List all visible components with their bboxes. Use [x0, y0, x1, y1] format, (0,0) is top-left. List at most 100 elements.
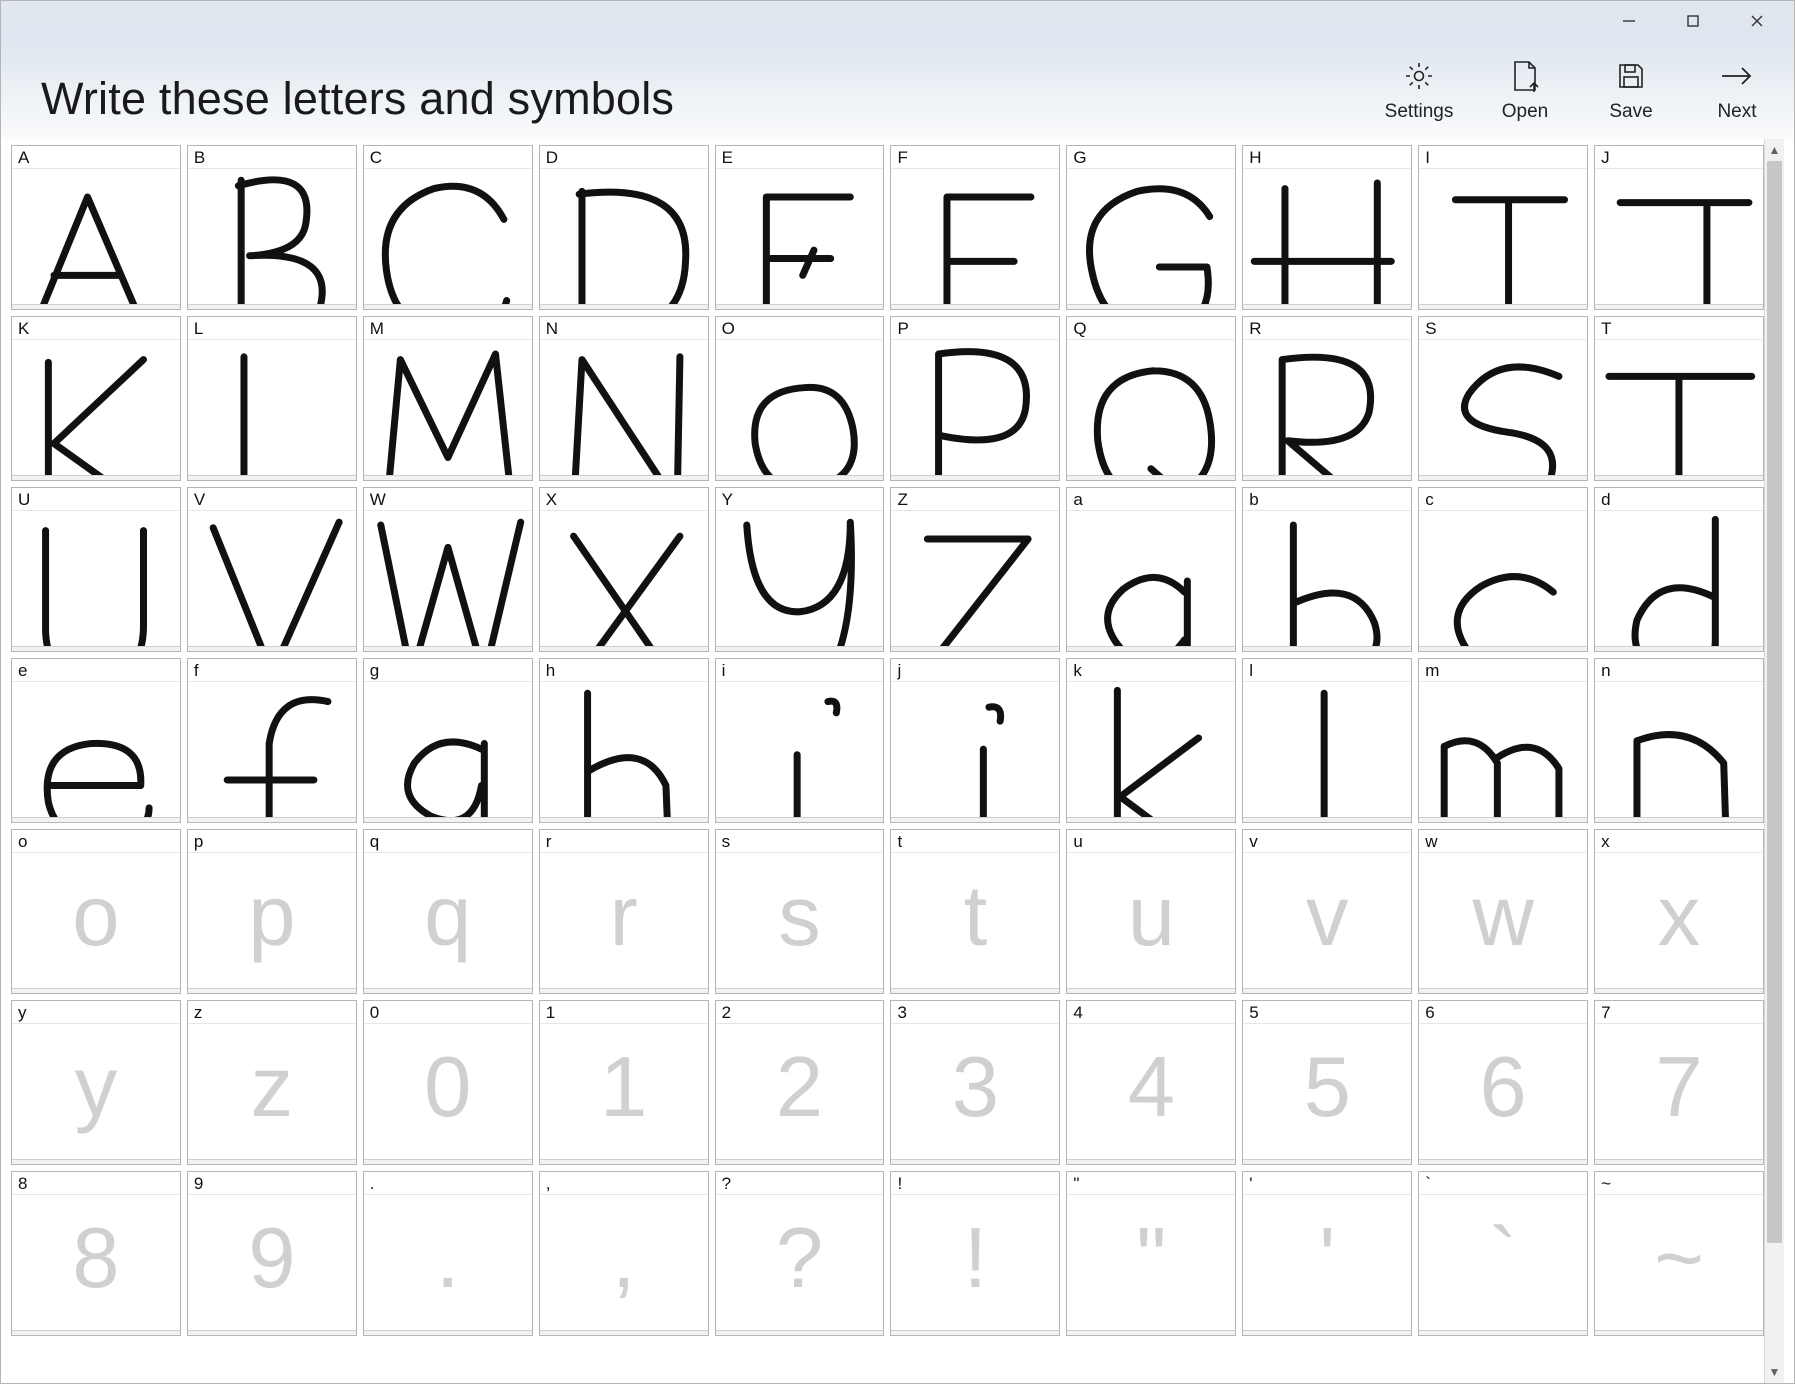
handwriting-canvas[interactable] — [891, 510, 1059, 651]
letter-cell[interactable]: qq — [363, 829, 533, 994]
handwriting-canvas[interactable] — [891, 681, 1059, 822]
handwriting-canvas[interactable]: 8 — [12, 1194, 180, 1335]
handwriting-canvas[interactable] — [1595, 168, 1763, 309]
letter-cell[interactable]: f — [187, 658, 357, 823]
handwriting-canvas[interactable] — [188, 339, 356, 480]
letter-cell[interactable]: 88 — [11, 1171, 181, 1336]
handwriting-canvas[interactable] — [1595, 339, 1763, 480]
letter-cell[interactable]: a — [1066, 487, 1236, 652]
handwriting-canvas[interactable] — [364, 339, 532, 480]
letter-cell[interactable]: `` — [1418, 1171, 1588, 1336]
handwriting-canvas[interactable]: ' — [1243, 1194, 1411, 1335]
handwriting-canvas[interactable] — [1067, 510, 1235, 651]
letter-cell[interactable]: D — [539, 145, 709, 310]
handwriting-canvas[interactable]: t — [891, 852, 1059, 993]
letter-cell[interactable]: E — [715, 145, 885, 310]
handwriting-canvas[interactable]: o — [12, 852, 180, 993]
letter-cell[interactable]: R — [1242, 316, 1412, 481]
window-maximize-button[interactable] — [1662, 4, 1724, 38]
letter-cell[interactable]: U — [11, 487, 181, 652]
handwriting-canvas[interactable]: , — [540, 1194, 708, 1335]
window-close-button[interactable] — [1726, 4, 1788, 38]
handwriting-canvas[interactable]: q — [364, 852, 532, 993]
handwriting-canvas[interactable]: 4 — [1067, 1023, 1235, 1164]
letter-cell[interactable]: K — [11, 316, 181, 481]
handwriting-canvas[interactable]: 7 — [1595, 1023, 1763, 1164]
handwriting-canvas[interactable]: ` — [1419, 1194, 1587, 1335]
handwriting-canvas[interactable]: " — [1067, 1194, 1235, 1335]
letter-cell[interactable]: vv — [1242, 829, 1412, 994]
letter-cell[interactable]: 77 — [1594, 1000, 1764, 1165]
letter-cell[interactable]: '' — [1242, 1171, 1412, 1336]
handwriting-canvas[interactable] — [188, 168, 356, 309]
handwriting-canvas[interactable]: v — [1243, 852, 1411, 993]
letter-cell[interactable]: l — [1242, 658, 1412, 823]
letter-cell[interactable]: ,, — [539, 1171, 709, 1336]
scroll-up-arrow-icon[interactable]: ▲ — [1765, 139, 1784, 161]
save-button[interactable]: Save — [1596, 59, 1666, 123]
letter-cell[interactable]: L — [187, 316, 357, 481]
handwriting-canvas[interactable]: r — [540, 852, 708, 993]
handwriting-canvas[interactable] — [12, 168, 180, 309]
scrollbar-thumb[interactable] — [1767, 161, 1782, 1243]
handwriting-canvas[interactable] — [1419, 339, 1587, 480]
letter-cell[interactable]: i — [715, 658, 885, 823]
letter-cell[interactable]: ww — [1418, 829, 1588, 994]
handwriting-canvas[interactable] — [1419, 510, 1587, 651]
letter-cell[interactable]: 22 — [715, 1000, 885, 1165]
letter-cell[interactable]: "" — [1066, 1171, 1236, 1336]
handwriting-canvas[interactable]: . — [364, 1194, 532, 1335]
handwriting-canvas[interactable] — [1243, 681, 1411, 822]
handwriting-canvas[interactable] — [364, 681, 532, 822]
handwriting-canvas[interactable] — [716, 510, 884, 651]
letter-cell[interactable]: xx — [1594, 829, 1764, 994]
letter-cell[interactable]: Z — [890, 487, 1060, 652]
letter-cell[interactable]: 44 — [1066, 1000, 1236, 1165]
letter-cell[interactable]: c — [1418, 487, 1588, 652]
letter-cell[interactable]: yy — [11, 1000, 181, 1165]
letter-cell[interactable]: h — [539, 658, 709, 823]
handwriting-canvas[interactable]: 6 — [1419, 1023, 1587, 1164]
handwriting-canvas[interactable]: 5 — [1243, 1023, 1411, 1164]
letter-cell[interactable]: k — [1066, 658, 1236, 823]
handwriting-canvas[interactable]: u — [1067, 852, 1235, 993]
handwriting-canvas[interactable] — [540, 510, 708, 651]
handwriting-canvas[interactable] — [1067, 339, 1235, 480]
handwriting-canvas[interactable] — [1243, 168, 1411, 309]
letter-cell[interactable]: 00 — [363, 1000, 533, 1165]
letter-cell[interactable]: T — [1594, 316, 1764, 481]
handwriting-canvas[interactable] — [1419, 681, 1587, 822]
letter-cell[interactable]: Q — [1066, 316, 1236, 481]
handwriting-canvas[interactable] — [716, 681, 884, 822]
settings-button[interactable]: Settings — [1384, 59, 1454, 123]
handwriting-canvas[interactable] — [1595, 681, 1763, 822]
scroll-down-arrow-icon[interactable]: ▼ — [1765, 1361, 1784, 1383]
handwriting-canvas[interactable] — [1595, 510, 1763, 651]
handwriting-canvas[interactable] — [1243, 339, 1411, 480]
handwriting-canvas[interactable]: x — [1595, 852, 1763, 993]
handwriting-canvas[interactable] — [540, 339, 708, 480]
handwriting-canvas[interactable]: s — [716, 852, 884, 993]
window-minimize-button[interactable] — [1598, 4, 1660, 38]
handwriting-canvas[interactable]: 0 — [364, 1023, 532, 1164]
letter-cell[interactable]: 33 — [890, 1000, 1060, 1165]
letter-cell[interactable]: B — [187, 145, 357, 310]
handwriting-canvas[interactable] — [12, 681, 180, 822]
letter-cell[interactable]: ?? — [715, 1171, 885, 1336]
handwriting-canvas[interactable] — [1067, 168, 1235, 309]
letter-cell[interactable]: e — [11, 658, 181, 823]
letter-cell[interactable]: 11 — [539, 1000, 709, 1165]
handwriting-canvas[interactable]: ? — [716, 1194, 884, 1335]
letter-cell[interactable]: P — [890, 316, 1060, 481]
handwriting-canvas[interactable] — [1067, 681, 1235, 822]
letter-cell[interactable]: g — [363, 658, 533, 823]
letter-cell[interactable]: pp — [187, 829, 357, 994]
letter-cell[interactable]: W — [363, 487, 533, 652]
handwriting-canvas[interactable] — [364, 510, 532, 651]
letter-cell[interactable]: n — [1594, 658, 1764, 823]
handwriting-canvas[interactable]: ! — [891, 1194, 1059, 1335]
next-button[interactable]: Next — [1702, 59, 1772, 123]
letter-cell[interactable]: tt — [890, 829, 1060, 994]
letter-cell[interactable]: b — [1242, 487, 1412, 652]
letter-cell[interactable]: m — [1418, 658, 1588, 823]
